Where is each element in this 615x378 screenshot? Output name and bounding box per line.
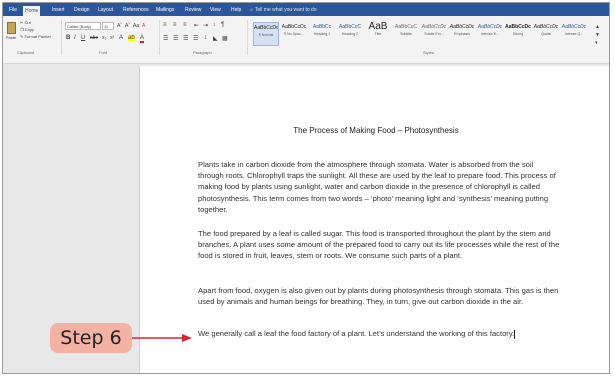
callout-arrow-icon (132, 334, 192, 342)
